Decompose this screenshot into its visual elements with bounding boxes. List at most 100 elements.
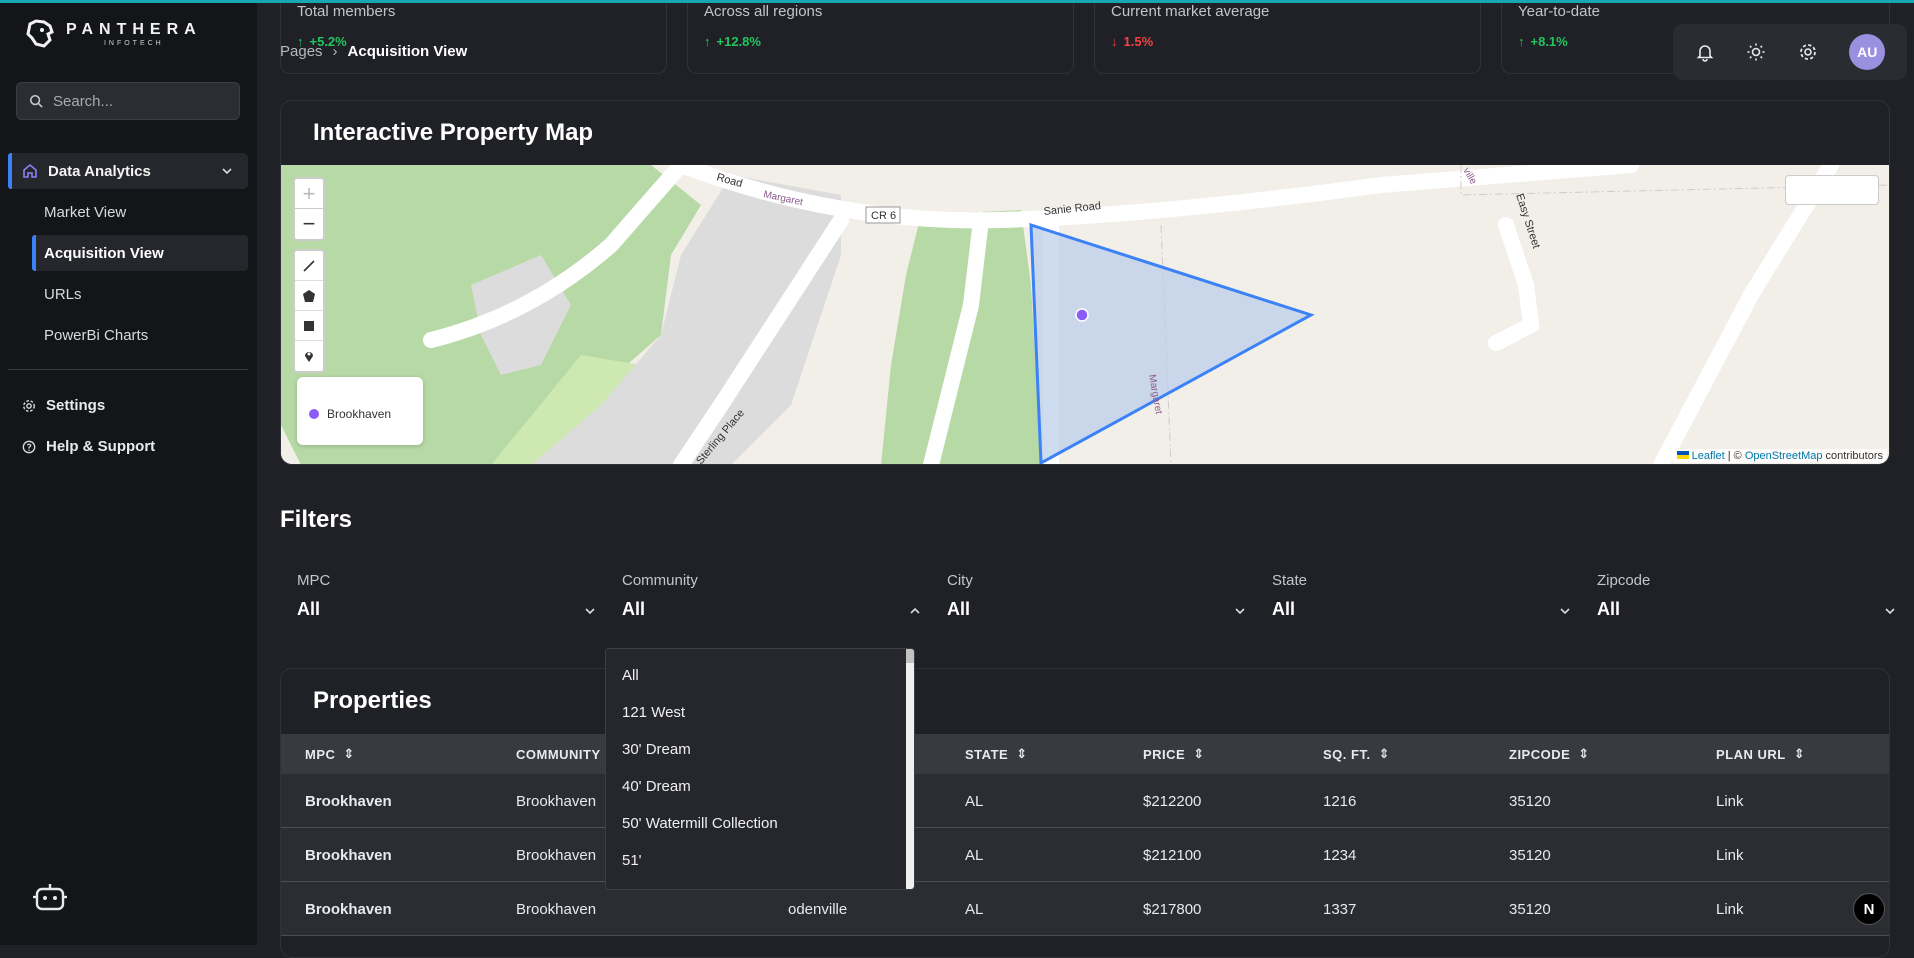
draw-toolbar [293, 249, 325, 373]
polyline-icon [303, 259, 315, 272]
sidebar-group-label: Data Analytics [48, 162, 151, 180]
sidebar-item-label: Market View [44, 203, 127, 221]
column-header-zipcode[interactable]: ZIPCODE ⇕ [1509, 734, 1590, 774]
cell-city: odenville [788, 900, 848, 918]
settings-label: Settings [46, 397, 106, 414]
panther-logo-icon [26, 19, 54, 48]
sidebar-item-label: Acquisition View [44, 244, 164, 262]
search-icon [29, 94, 43, 108]
search-box[interactable] [16, 82, 240, 120]
sidebar-item-label: URLs [44, 285, 82, 303]
filters-title: Filters [280, 506, 353, 533]
map-title: Interactive Property Map [313, 119, 594, 146]
table-row[interactable]: Brookhaven Brookhaven AL $212200 1216 35… [281, 774, 1889, 828]
table-row[interactable]: Brookhaven Brookhaven AL $212100 1234 35… [281, 828, 1889, 882]
draw-rectangle-button[interactable] [295, 311, 323, 341]
osm-link[interactable]: OpenStreetMap [1745, 450, 1823, 462]
table-row[interactable]: Brookhaven Brookhaven odenville AL $2178… [281, 882, 1889, 936]
search-input[interactable] [53, 92, 223, 110]
sidebar-item-acquisition-view[interactable]: Acquisition View [32, 235, 248, 271]
chevron-down-icon [222, 168, 232, 175]
draw-marker-button[interactable] [295, 341, 323, 371]
cell-price: $217800 [1143, 900, 1202, 918]
sort-icon: ⇕ [1016, 746, 1028, 761]
plan-url-link[interactable]: Link [1716, 828, 1744, 882]
arrow-up-icon: ↑ [1518, 34, 1525, 49]
plan-url-link[interactable]: Link [1716, 882, 1744, 936]
zoom-out-button[interactable]: − [295, 209, 323, 239]
cell-mpc: Brookhaven [305, 846, 392, 864]
cell-state: AL [965, 846, 984, 864]
sidebar-item-market-view[interactable]: Market View [32, 194, 248, 230]
cell-state: AL [965, 792, 984, 810]
settings-link[interactable]: Settings [22, 397, 105, 414]
scrollbar-thumb[interactable] [906, 649, 914, 663]
column-header-plan-url[interactable]: PLAN URL ⇕ [1716, 734, 1805, 774]
map-control-button[interactable] [1785, 175, 1879, 205]
bell-icon[interactable] [1695, 42, 1715, 62]
breadcrumb: Pages › Acquisition View [280, 43, 467, 60]
dropdown-option[interactable]: 30' Dream [606, 731, 914, 768]
filter-value: All [622, 599, 646, 619]
filter-label: City [947, 572, 973, 589]
dropdown-option[interactable]: 40' Dream [606, 768, 914, 805]
cell-sqft: 1234 [1323, 846, 1357, 864]
cell-state: AL [965, 900, 984, 918]
column-header-community[interactable]: COMMUNITY [516, 734, 601, 774]
sort-icon: ⇕ [343, 746, 355, 761]
properties-title: Properties [313, 687, 432, 714]
chatbot-icon[interactable] [33, 883, 67, 913]
stat-label: Total members [297, 3, 396, 20]
filter-zipcode[interactable]: Zipcode All [1597, 572, 1897, 620]
dropdown-option[interactable]: All [606, 657, 914, 694]
sidebar-item-urls[interactable]: URLs [32, 276, 248, 312]
breadcrumb-separator-icon: › [332, 43, 338, 60]
dropdown-option[interactable]: 51' [606, 842, 914, 879]
filter-label: Zipcode [1597, 572, 1651, 589]
draw-polygon-button[interactable] [295, 281, 323, 311]
header-actions: AU [1673, 24, 1907, 80]
legend-item: Brookhaven [309, 407, 411, 421]
dropdown-option[interactable]: 50' Watermill Collection [606, 805, 914, 842]
brand-logo[interactable]: PANTHERA INFOTECH [24, 18, 202, 50]
filter-value: All [1272, 599, 1296, 619]
column-header-state[interactable]: STATE ⇕ [965, 734, 1028, 774]
filter-value: All [947, 599, 971, 619]
property-map[interactable]: Road CR 6 Sanie Road Easy Street Sterlin… [281, 165, 1889, 464]
filter-city[interactable]: City All [947, 572, 1247, 620]
filter-label: State [1272, 572, 1308, 589]
sidebar-group-data-analytics[interactable]: Data Analytics [8, 153, 248, 189]
dropdown-scrollbar[interactable] [906, 649, 914, 889]
sidebar: PANTHERA INFOTECH Data Analytics Market … [0, 0, 257, 945]
dropdown-option[interactable]: 121 West [606, 694, 914, 731]
sun-icon[interactable] [1746, 42, 1766, 62]
column-header-sqft[interactable]: SQ. FT. ⇕ [1323, 734, 1390, 774]
user-avatar[interactable]: AU [1849, 34, 1886, 70]
zoom-in-button[interactable]: + [295, 179, 323, 209]
column-header-price[interactable]: PRICE ⇕ [1143, 734, 1205, 774]
column-header-mpc[interactable]: MPC ⇕ [305, 734, 355, 774]
cell-sqft: 1216 [1323, 792, 1357, 810]
plan-url-link[interactable]: Link [1716, 774, 1744, 828]
cell-sqft: 1337 [1323, 900, 1357, 918]
help-label: Help & Support [46, 438, 156, 455]
help-support-link[interactable]: Help & Support [22, 438, 155, 455]
attribution-tail: contributors [1822, 450, 1883, 462]
filter-value: All [297, 599, 321, 619]
breadcrumb-current: Acquisition View [347, 43, 468, 60]
cell-zipcode: 35120 [1509, 846, 1551, 864]
draw-polyline-button[interactable] [295, 251, 323, 281]
legend-dot [309, 409, 319, 419]
filter-community[interactable]: Community All [622, 572, 922, 620]
breadcrumb-root[interactable]: Pages [280, 43, 323, 60]
sidebar-item-powerbi-charts[interactable]: PowerBi Charts [32, 317, 248, 353]
filter-state[interactable]: State All [1272, 572, 1572, 620]
stat-card-market-average: Current market average ↓ 1.5% [1094, 0, 1481, 74]
gear-icon[interactable] [1798, 42, 1818, 62]
nextjs-badge[interactable]: N [1853, 893, 1885, 925]
active-indicator [8, 153, 12, 189]
filter-mpc[interactable]: MPC All [297, 572, 597, 620]
leaflet-link[interactable]: Leaflet [1692, 450, 1725, 462]
map-pin-icon [305, 352, 313, 362]
map-label: CR 6 [871, 210, 896, 222]
